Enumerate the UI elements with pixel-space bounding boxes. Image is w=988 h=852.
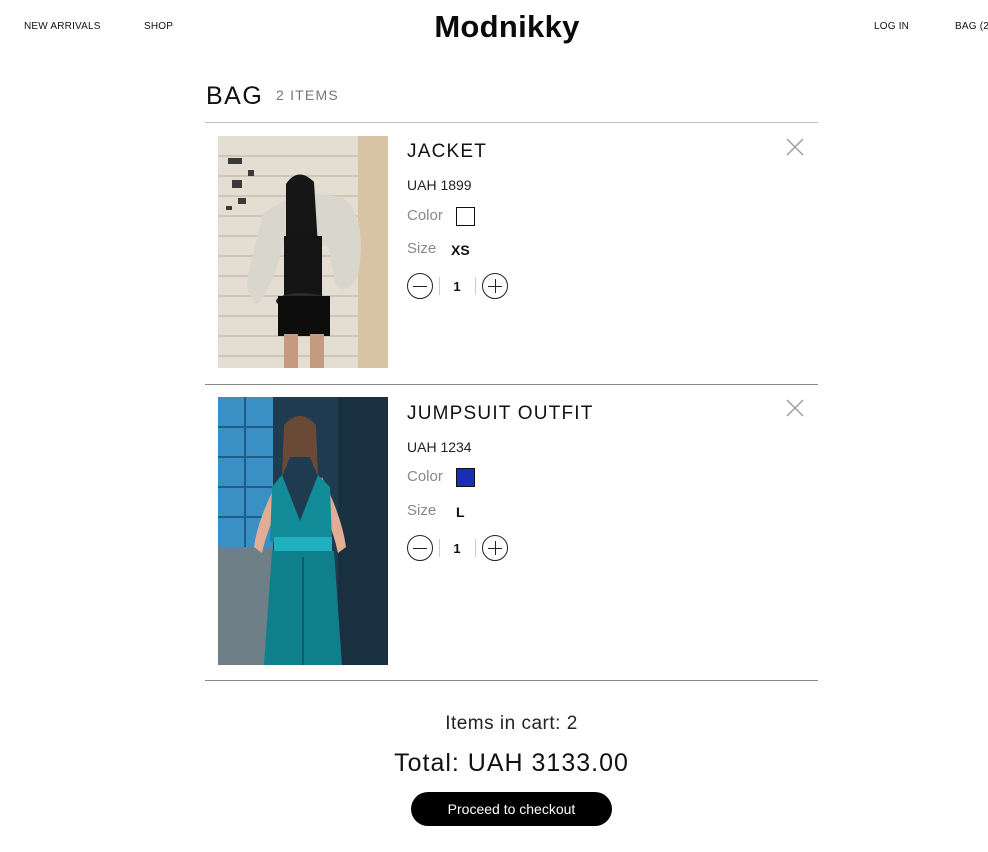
color-swatch bbox=[456, 207, 475, 226]
site-logo[interactable]: Modnikky bbox=[0, 9, 988, 45]
divider-bottom bbox=[205, 680, 818, 681]
close-icon bbox=[786, 138, 804, 156]
item-name[interactable]: JUMPSUIT OUTFIT bbox=[407, 403, 594, 425]
minus-icon bbox=[413, 285, 427, 287]
close-icon bbox=[786, 399, 804, 417]
quantity-separator bbox=[475, 277, 476, 295]
proceed-to-checkout-button[interactable]: Proceed to checkout bbox=[411, 792, 612, 826]
items-in-cart-summary: Items in cart: 2 bbox=[445, 713, 578, 734]
size-value: XS bbox=[451, 242, 470, 258]
site-header: NEW ARRIVALS SHOP Modnikky LOG IN BAG (2… bbox=[0, 0, 988, 54]
bag-item-count: 2 ITEMS bbox=[276, 87, 339, 103]
item-price: UAH 1234 bbox=[407, 439, 472, 455]
quantity-value: 1 bbox=[453, 541, 461, 556]
item-price: UAH 1899 bbox=[407, 177, 472, 193]
size-value: L bbox=[456, 504, 465, 520]
product-photo-jumpsuit[interactable] bbox=[218, 397, 388, 665]
size-label: Size bbox=[407, 240, 437, 257]
quantity-value: 1 bbox=[453, 279, 461, 294]
increase-quantity-button[interactable] bbox=[482, 535, 508, 561]
color-label: Color bbox=[407, 468, 443, 485]
size-label: Size bbox=[407, 502, 437, 519]
cart-item: JACKET UAH 1899 Color Size XS 1 bbox=[205, 123, 818, 384]
cart-item: JUMPSUIT OUTFIT UAH 1234 Color Size L 1 bbox=[205, 385, 818, 680]
decrease-quantity-button[interactable] bbox=[407, 273, 433, 299]
quantity-separator bbox=[439, 539, 440, 557]
plus-icon-vertical bbox=[494, 541, 496, 555]
minus-icon bbox=[413, 547, 427, 549]
item-name[interactable]: JACKET bbox=[407, 141, 487, 163]
plus-icon-vertical bbox=[494, 279, 496, 293]
remove-item-button[interactable] bbox=[785, 398, 805, 418]
page-title: BAG bbox=[206, 82, 264, 110]
product-photo-jacket[interactable] bbox=[218, 136, 388, 368]
nav-log-in[interactable]: LOG IN bbox=[874, 21, 909, 32]
cart-total: Total: UAH 3133.00 bbox=[394, 749, 629, 777]
color-swatch bbox=[456, 468, 475, 487]
quantity-separator bbox=[439, 277, 440, 295]
color-label: Color bbox=[407, 207, 443, 224]
remove-item-button[interactable] bbox=[785, 137, 805, 157]
nav-bag[interactable]: BAG (2) bbox=[955, 21, 988, 32]
quantity-separator bbox=[475, 539, 476, 557]
increase-quantity-button[interactable] bbox=[482, 273, 508, 299]
decrease-quantity-button[interactable] bbox=[407, 535, 433, 561]
